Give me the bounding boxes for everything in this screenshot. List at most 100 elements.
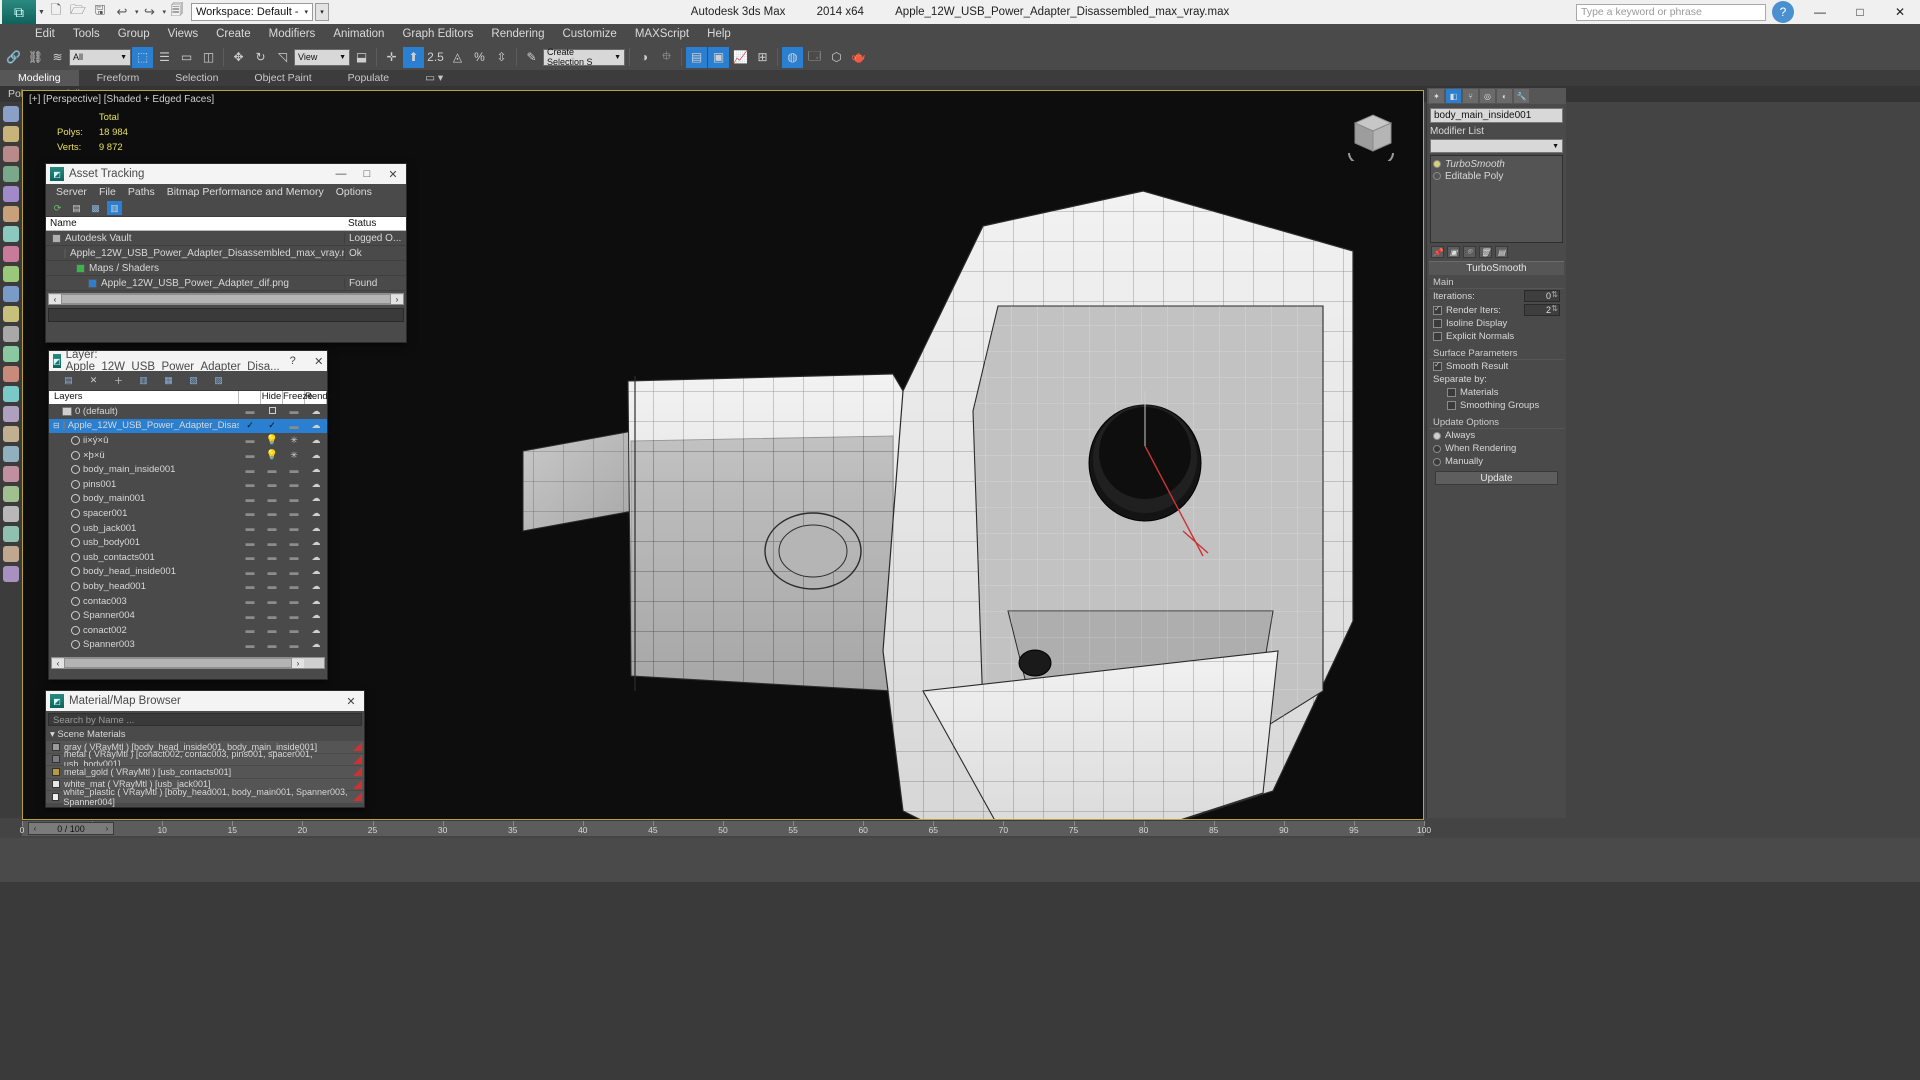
close-button[interactable]: ✕	[1880, 0, 1920, 24]
layer-select-cell[interactable]: ▬	[239, 508, 261, 518]
layer-hide-toggle[interactable]: ▬	[261, 611, 283, 621]
rail-tool-icon-20[interactable]	[3, 486, 19, 502]
rail-tool-icon-19[interactable]	[3, 466, 19, 482]
refresh-icon[interactable]: ⟳	[50, 201, 65, 215]
layer-row[interactable]: boby_head001 ▬ ▬ ▬ ☁	[49, 579, 327, 594]
scroll-left-icon[interactable]: ‹	[52, 658, 64, 668]
app-menu-icon[interactable]: ⧉	[2, 0, 36, 24]
asset-row[interactable]: Apple_12W_USB_Power_Adapter_dif.png Found	[46, 276, 406, 291]
layer-freeze-toggle[interactable]: ▬	[283, 625, 305, 635]
modifier-stack[interactable]: TurboSmooth Editable Poly	[1430, 155, 1563, 243]
modifier-list-dropdown[interactable]: ▼	[1430, 139, 1563, 153]
layer-render-toggle[interactable]: ☁	[305, 639, 327, 650]
help-icon[interactable]: ?	[1772, 1, 1794, 23]
layer-hide-toggle[interactable]: 💡	[261, 435, 283, 446]
material-row[interactable]: metal_gold ( VRayMtl ) [usb_contacts001]	[46, 766, 364, 779]
layer-row[interactable]: body_main_inside001 ▬ ▬ ▬ ☁	[49, 462, 327, 477]
show-end-result-icon[interactable]: ▣	[1447, 246, 1460, 258]
layer-hide-toggle[interactable]	[261, 406, 283, 416]
render-setup-icon[interactable]: 🗔	[804, 47, 825, 68]
new-file-icon[interactable]: 🗋	[45, 1, 67, 23]
configure-modifier-sets-icon[interactable]: ▤	[1495, 246, 1508, 258]
tab-hierarchy[interactable]: ⑂	[1463, 89, 1478, 103]
snaps-toggle-icon[interactable]: ⬆	[403, 46, 424, 68]
spinner-snap-toggle-icon[interactable]: ⇳	[491, 47, 512, 68]
tab-motion[interactable]: ◎	[1480, 89, 1495, 103]
window-crossing-icon[interactable]: ◫	[198, 47, 219, 68]
layer-hide-toggle[interactable]: ▬	[261, 465, 283, 475]
select-and-scale-icon[interactable]: ◹	[272, 47, 293, 68]
layer-manager-icon[interactable]: ▤	[686, 46, 707, 68]
prev-frame-icon[interactable]: ‹	[29, 824, 41, 833]
layer-render-toggle[interactable]: ☁	[305, 581, 327, 592]
layer-select-cell[interactable]: ▬	[239, 523, 261, 533]
layer-hide-toggle[interactable]: ✓	[261, 420, 283, 431]
select-object-icon[interactable]: ⬚	[132, 46, 153, 68]
layer-row[interactable]: ⊟ Apple_12W_USB_Power_Adapter_Disassemble…	[49, 418, 327, 434]
material-map-browser-dialog[interactable]: ◩ Material/Map Browser ✕ Search by Name …	[45, 690, 365, 808]
layer-select-cell[interactable]: ✓	[239, 420, 261, 431]
project-folder-icon[interactable]: 🗐	[166, 1, 188, 23]
layer-hide-toggle[interactable]: ▬	[261, 538, 283, 548]
rail-tool-icon-24[interactable]	[3, 566, 19, 582]
bind-to-space-warp-icon[interactable]: ≋	[47, 47, 68, 68]
scene-materials-group-header[interactable]: ▾ Scene Materials	[46, 728, 364, 741]
minimize-button[interactable]: —	[1800, 0, 1840, 24]
layer-select-cell[interactable]: ▬	[239, 465, 261, 475]
menu-item-animation[interactable]: Animation	[324, 24, 393, 44]
asset-tracking-maximize-button[interactable]: □	[354, 164, 380, 184]
next-frame-icon[interactable]: ›	[101, 824, 113, 833]
layer-select-cell[interactable]: ▬	[239, 581, 261, 591]
layer-render-toggle[interactable]: ☁	[305, 464, 327, 475]
select-and-manipulate-icon[interactable]: ✛	[381, 47, 402, 68]
layer-row[interactable]: pins001 ▬ ▬ ▬ ☁	[49, 477, 327, 492]
rail-tool-icon-14[interactable]	[3, 366, 19, 382]
rail-tool-icon-9[interactable]	[3, 266, 19, 282]
menu-item-edit[interactable]: Edit	[26, 24, 64, 44]
rectangular-select-region-icon[interactable]: ▭	[176, 47, 197, 68]
rail-tool-icon-7[interactable]	[3, 226, 19, 242]
layer-row[interactable]: body_main001 ▬ ▬ ▬ ☁	[49, 492, 327, 507]
menu-item-views[interactable]: Views	[159, 24, 207, 44]
layer-row[interactable]: spacer001 ▬ ▬ ▬ ☁	[49, 506, 327, 521]
edit-named-selection-sets-icon[interactable]: ✎	[521, 47, 542, 68]
layer-row[interactable]: conact002 ▬ ▬ ▬ ☁	[49, 623, 327, 638]
rail-tool-icon-1[interactable]	[3, 106, 19, 122]
modifier-enable-bulb-icon[interactable]	[1433, 172, 1441, 180]
layer-freeze-toggle[interactable]: ▬	[283, 640, 305, 650]
column-header-freeze[interactable]: Freeze	[283, 391, 313, 404]
tab-utilities[interactable]: 🔧	[1514, 89, 1529, 103]
column-header-layers[interactable]: Layers	[49, 391, 239, 404]
modifier-enable-bulb-icon[interactable]	[1433, 160, 1441, 168]
layer-freeze-toggle[interactable]: ▬	[283, 479, 305, 489]
update-button[interactable]: Update	[1435, 471, 1558, 485]
layer-freeze-toggle[interactable]: ▬	[283, 567, 305, 577]
layer-select-cell[interactable]: ▬	[239, 450, 261, 460]
isoline-display-checkbox[interactable]	[1433, 319, 1442, 328]
scroll-right-icon[interactable]: ›	[391, 294, 403, 304]
column-header-hide[interactable]: Hide	[261, 391, 283, 404]
align-icon[interactable]: ⯐	[656, 47, 677, 68]
layer-render-toggle[interactable]: ☁	[305, 493, 327, 504]
ribbon-tab-object-paint[interactable]: Object Paint	[236, 70, 329, 86]
scroll-right-icon[interactable]: ›	[292, 658, 304, 668]
asset-menu-bitmap-performance-and-memory[interactable]: Bitmap Performance and Memory	[161, 186, 330, 198]
menu-item-help[interactable]: Help	[698, 24, 740, 44]
layer-row[interactable]: 0 (default) ▬ ▬ ☁	[49, 404, 327, 419]
asset-menu-server[interactable]: Server	[50, 186, 93, 198]
render-production-icon[interactable]: 🫖	[848, 47, 869, 68]
layer-select-cell[interactable]: ▬	[239, 435, 261, 445]
layer-row[interactable]: ×þ×ü ▬ 💡 ✳ ☁	[49, 448, 327, 463]
layer-row[interactable]: usb_body001 ▬ ▬ ▬ ☁	[49, 535, 327, 550]
ribbon-tab-modeling[interactable]: Modeling	[0, 70, 79, 86]
render-frame-window-icon[interactable]: ⬡	[826, 47, 847, 68]
material-search-input[interactable]: Search by Name ...	[48, 713, 362, 726]
scroll-left-icon[interactable]: ‹	[49, 294, 61, 304]
asset-tracking-titlebar[interactable]: ◩ Asset Tracking — □ ✕	[46, 164, 406, 184]
asset-row[interactable]: Autodesk Vault Logged O...	[46, 231, 406, 246]
render-iters-spinner[interactable]: 2	[1524, 304, 1560, 316]
manually-radio[interactable]	[1433, 457, 1441, 466]
layer-expand-icon[interactable]: ⊟	[53, 421, 60, 430]
rail-tool-icon-3[interactable]	[3, 146, 19, 162]
layer-render-toggle[interactable]: ☁	[305, 566, 327, 577]
